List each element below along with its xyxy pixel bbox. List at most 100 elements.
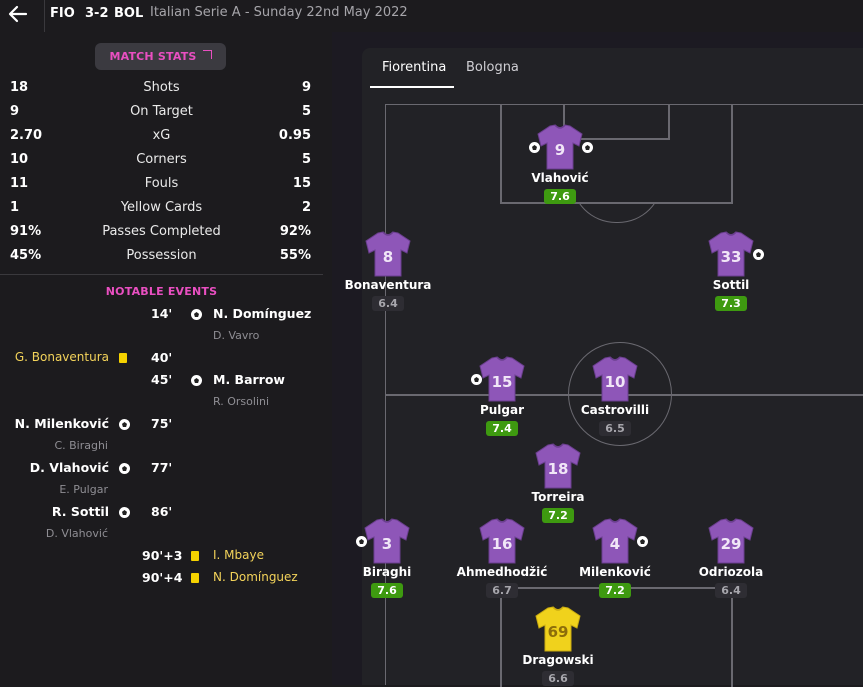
event-player: M. Barrow (213, 372, 285, 387)
stat-label: Shots (143, 80, 180, 95)
external-link-icon (202, 50, 212, 59)
stat-label: On Target (130, 104, 193, 119)
player-shirt-icon: 18 (533, 443, 583, 489)
goal-ball-icon (356, 536, 367, 547)
stat-row: 9 On Target 5 (0, 104, 323, 126)
stat-label: Possession (126, 248, 197, 263)
goal-ball-icon (471, 374, 482, 385)
svg-text:29: 29 (721, 535, 742, 553)
player-rating: 7.6 (544, 189, 576, 204)
top-penalty-box-left (500, 105, 502, 203)
top-bar: FIO 3-2 BOL Italian Serie A - Sunday 22n… (0, 0, 863, 32)
stat-label: Corners (136, 152, 187, 167)
player-shirt-icon: 29 (706, 518, 756, 564)
event-assist: R. Orsolini (213, 395, 270, 408)
active-tab-indicator (370, 86, 454, 88)
away-team-code: BOL (114, 6, 144, 21)
svg-text:16: 16 (492, 535, 513, 553)
home-team-code: FIO (50, 6, 75, 21)
player-shirt-icon: 8 (363, 231, 413, 277)
match-info: Italian Serie A - Sunday 22nd May 2022 (150, 5, 408, 20)
player-name: Milenković (579, 565, 651, 579)
player-rating: 7.4 (486, 421, 518, 436)
goal-ball-icon (191, 375, 202, 386)
stat-row: 1 Yellow Cards 2 (0, 200, 323, 222)
player-shirt-icon: 16 (477, 518, 527, 564)
stat-row: 2.70 xG 0.95 (0, 128, 323, 150)
stat-label: Fouls (144, 176, 179, 191)
match-stats-label: MATCH STATS (109, 50, 197, 63)
goal-ball-icon (119, 507, 130, 518)
event-time: 45' (151, 372, 173, 387)
player-card[interactable]: 10 Castrovilli 6.5 (560, 356, 670, 436)
event-player: R. Sottil (51, 504, 109, 519)
stat-away-value: 5 (301, 104, 311, 119)
section-divider (0, 274, 323, 275)
svg-text:18: 18 (548, 460, 569, 478)
player-name: Vlahović (531, 171, 589, 185)
player-card[interactable]: 15 Pulgar 7.4 (447, 356, 557, 436)
player-rating: 7.6 (371, 583, 403, 598)
player-card[interactable]: 18 Torreira 7.2 (503, 443, 613, 523)
player-name: Bonaventura (344, 278, 432, 292)
stat-away-value: 0.95 (278, 128, 311, 143)
event-time: 40' (151, 350, 173, 365)
svg-text:10: 10 (605, 373, 626, 391)
goal-ball-icon (529, 142, 540, 153)
svg-text:4: 4 (610, 535, 620, 553)
player-card[interactable]: 16 Ahmedhodžić 6.7 (447, 518, 557, 598)
player-card[interactable]: 4 Milenković 7.2 (560, 518, 670, 598)
player-shirt-icon: 4 (590, 518, 640, 564)
stat-label: Passes Completed (102, 224, 221, 239)
player-rating: 7.3 (715, 296, 747, 311)
goal-ball-icon (119, 419, 130, 430)
player-name: Dragowski (522, 653, 594, 667)
stat-row: 11 Fouls 15 (0, 176, 323, 198)
player-rating: 6.4 (715, 583, 747, 598)
player-card[interactable]: 69 Dragowski 6.6 (503, 606, 613, 686)
goal-ball-icon (119, 463, 130, 474)
stat-row: 91% Passes Completed 92% (0, 224, 323, 246)
player-shirt-icon: 3 (362, 518, 412, 564)
player-shirt-icon: 10 (590, 356, 640, 402)
player-card[interactable]: 8 Bonaventura 6.4 (333, 231, 443, 311)
stat-away-value: 55% (279, 248, 311, 263)
player-card[interactable]: 9 Vlahović 7.6 (505, 124, 615, 204)
stat-away-value: 15 (292, 176, 311, 191)
player-shirt-icon: 33 (706, 231, 756, 277)
top-goal-box-right (668, 105, 670, 139)
event-time: 14' (151, 306, 173, 321)
back-arrow-icon[interactable] (6, 2, 30, 26)
yellow-card-icon (191, 551, 199, 561)
player-name: Pulgar (479, 403, 525, 417)
player-name: Biraghi (362, 565, 412, 579)
player-card[interactable]: 3 Biraghi 7.6 (332, 518, 442, 598)
match-stats-button[interactable]: MATCH STATS (95, 43, 226, 70)
player-card[interactable]: 33 Sottil 7.3 (676, 231, 786, 311)
goal-ball-icon (582, 142, 593, 153)
event-time: 75' (151, 416, 173, 431)
yellow-card-icon (191, 573, 199, 583)
event-player: N. Domínguez (213, 306, 312, 321)
match-score: 3-2 (85, 6, 109, 21)
event-assist: D. Vavro (213, 329, 260, 342)
stat-label: Yellow Cards (120, 200, 203, 215)
tab-bologna[interactable]: Bologna (466, 60, 519, 75)
svg-text:8: 8 (383, 248, 393, 266)
player-card[interactable]: 29 Odriozola 6.4 (676, 518, 786, 598)
event-time: 77' (151, 460, 173, 475)
event-player: G. Bonaventura (14, 350, 109, 364)
player-name: Sottil (712, 278, 750, 292)
player-name: Castrovilli (580, 403, 650, 417)
goal-ball-icon (637, 536, 648, 547)
svg-text:33: 33 (721, 248, 742, 266)
player-rating: 7.2 (599, 583, 631, 598)
tab-fiorentina[interactable]: Fiorentina (382, 60, 446, 75)
stat-row: 18 Shots 9 (0, 80, 323, 102)
svg-text:3: 3 (382, 535, 392, 553)
yellow-card-icon (119, 353, 127, 363)
event-time: 90'+3 (142, 548, 183, 563)
bottom-penalty-box-right (731, 587, 733, 687)
event-player: D. Vlahović (29, 460, 109, 475)
stat-away-value: 2 (301, 200, 311, 215)
